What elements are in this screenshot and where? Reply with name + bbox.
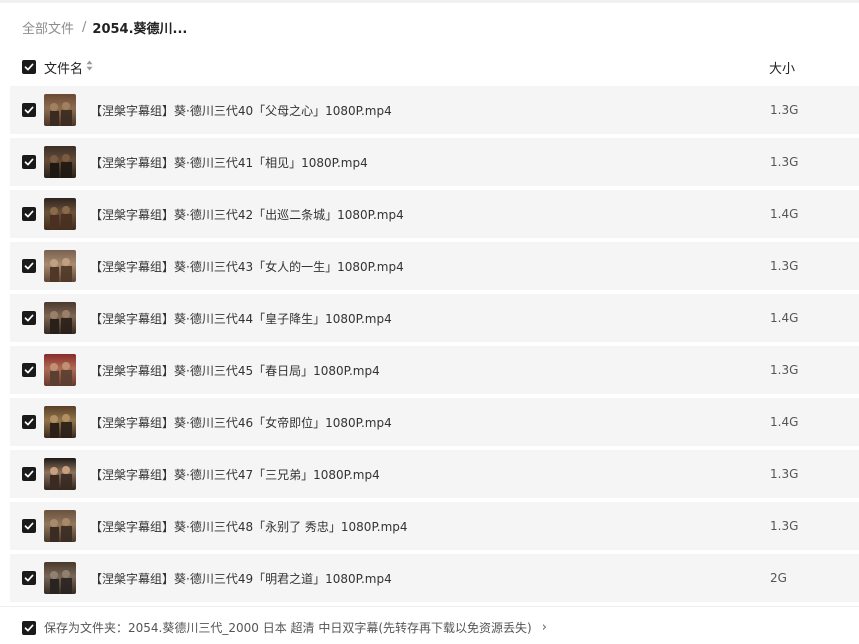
file-size: 2G [770,571,787,585]
file-row[interactable]: 【涅槃字幕组】葵·德川三代46「女帝即位」1080P.mp4 1.4G [10,398,859,446]
breadcrumb-current: 2054.葵德川... [92,21,188,37]
file-size: 1.3G [770,103,799,117]
file-checkbox[interactable] [22,571,36,585]
video-thumbnail [44,250,76,282]
file-size: 1.3G [770,363,799,377]
breadcrumb: 全部文件 / 2054.葵德川... [22,17,187,37]
breadcrumb-root-link[interactable]: 全部文件 [22,18,74,37]
file-checkbox[interactable] [22,311,36,325]
file-list: 【涅槃字幕组】葵·德川三代40「父母之心」1080P.mp4 1.3G 【涅槃字幕组… [10,86,859,606]
breadcrumb-separator: / [82,19,87,35]
check-icon [24,106,34,114]
file-row[interactable]: 【涅槃字幕组】葵·德川三代40「父母之心」1080P.mp4 1.3G [10,86,859,134]
check-icon [24,262,34,270]
check-icon [24,158,34,166]
file-name: 【涅槃字幕组】葵·德川三代42「出巡二条城」1080P.mp4 [90,207,404,222]
check-icon [24,522,34,530]
save-as-folder-label: 保存为文件夹：2054.葵德川三代_2000 日本 超清 中日双字幕(先转存再下… [44,621,532,635]
video-thumbnail [44,354,76,386]
file-name: 【涅槃字幕组】葵·德川三代46「女帝即位」1080P.mp4 [90,415,392,430]
file-row[interactable]: 【涅槃字幕组】葵·德川三代45「春日局」1080P.mp4 1.3G [10,346,859,394]
video-thumbnail [44,406,76,438]
file-size: 1.3G [770,259,799,273]
file-row[interactable]: 【涅槃字幕组】葵·德川三代47「三兄弟」1080P.mp4 1.3G [10,450,859,498]
file-size: 1.4G [770,311,799,325]
name-column-label: 文件名 [44,61,84,77]
file-name: 【涅槃字幕组】葵·德川三代45「春日局」1080P.mp4 [90,363,380,378]
file-checkbox[interactable] [22,415,36,429]
video-thumbnail [44,562,76,594]
file-name: 【涅槃字幕组】葵·德川三代40「父母之心」1080P.mp4 [90,103,392,118]
check-icon [24,574,34,582]
check-icon [24,470,34,478]
file-size: 1.3G [770,467,799,481]
top-divider [0,0,859,3]
check-icon [24,418,34,426]
file-size: 1.4G [770,415,799,429]
file-row[interactable]: 【涅槃字幕组】葵·德川三代43「女人的一生」1080P.mp4 1.3G [10,242,859,290]
file-name: 【涅槃字幕组】葵·德川三代49「明君之道」1080P.mp4 [90,571,392,586]
size-column-header: 大小 [769,61,796,77]
video-thumbnail [44,510,76,542]
video-thumbnail [44,94,76,126]
file-name: 【涅槃字幕组】葵·德川三代43「女人的一生」1080P.mp4 [90,259,404,274]
file-row[interactable]: 【涅槃字幕组】葵·德川三代42「出巡二条城」1080P.mp4 1.4G [10,190,859,238]
file-checkbox[interactable] [22,519,36,533]
video-thumbnail [44,302,76,334]
file-checkbox[interactable] [22,259,36,273]
video-thumbnail [44,458,76,490]
file-size: 1.4G [770,207,799,221]
name-column-header[interactable]: 文件名 [44,58,93,77]
check-icon [24,210,34,218]
video-thumbnail [44,198,76,230]
file-name: 【涅槃字幕组】葵·德川三代41「相见」1080P.mp4 [90,155,368,170]
file-row[interactable]: 【涅槃字幕组】葵·德川三代48「永别了 秀忠」1080P.mp4 1.3G [10,502,859,550]
file-name: 【涅槃字幕组】葵·德川三代48「永别了 秀忠」1080P.mp4 [90,519,408,534]
save-as-folder-checkbox[interactable] [22,620,36,635]
check-icon [24,63,34,71]
chevron-right-icon[interactable]: › [542,620,547,635]
file-size: 1.3G [770,155,799,169]
save-as-folder-bar: 保存为文件夹：2054.葵德川三代_2000 日本 超清 中日双字幕(先转存再下… [22,619,547,636]
file-checkbox[interactable] [22,155,36,169]
file-row[interactable]: 【涅槃字幕组】葵·德川三代41「相见」1080P.mp4 1.3G [10,138,859,186]
select-all-checkbox[interactable] [22,60,36,74]
sort-updown-icon[interactable] [86,60,93,75]
file-row[interactable]: 【涅槃字幕组】葵·德川三代44「皇子降生」1080P.mp4 1.4G [10,294,859,342]
file-name: 【涅槃字幕组】葵·德川三代44「皇子降生」1080P.mp4 [90,311,392,326]
footer-divider [0,606,859,607]
file-size: 1.3G [770,519,799,533]
file-checkbox[interactable] [22,363,36,377]
video-thumbnail [44,146,76,178]
check-icon [24,314,34,322]
file-checkbox[interactable] [22,467,36,481]
file-checkbox[interactable] [22,103,36,117]
check-icon [24,624,34,631]
check-icon [24,366,34,374]
file-row[interactable]: 【涅槃字幕组】葵·德川三代49「明君之道」1080P.mp4 2G [10,554,859,602]
file-list-header: 文件名 大小 [0,56,859,78]
file-checkbox[interactable] [22,207,36,221]
file-name: 【涅槃字幕组】葵·德川三代47「三兄弟」1080P.mp4 [90,467,380,482]
